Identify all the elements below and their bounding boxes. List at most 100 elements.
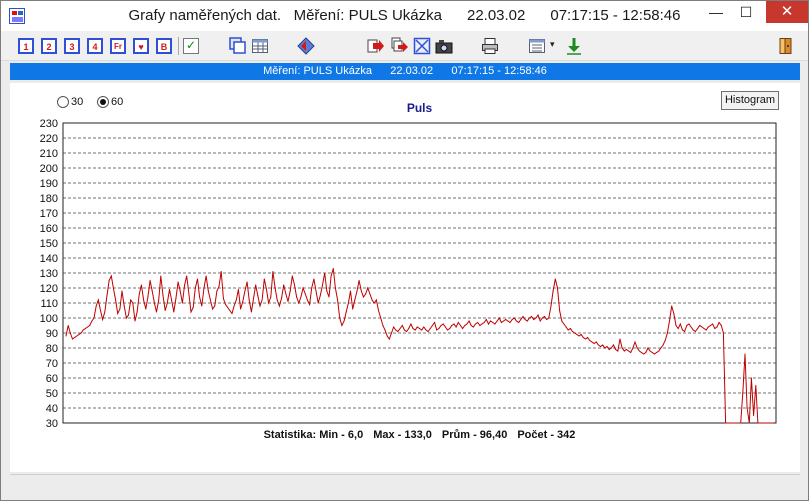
data-point xyxy=(710,325,711,326)
data-point xyxy=(266,289,267,290)
y-tick-label: 170 xyxy=(40,208,58,220)
data-point xyxy=(505,319,507,320)
data-point xyxy=(102,319,104,320)
data-point xyxy=(350,290,351,292)
data-point xyxy=(117,313,119,314)
data-point xyxy=(582,337,584,338)
data-point xyxy=(186,275,188,277)
data-point xyxy=(410,323,412,325)
data-point xyxy=(406,331,408,332)
statistics-line: Statistika: Min - 6,0 Max - 133,0 Prům - 9… xyxy=(63,429,776,441)
data-point xyxy=(735,422,737,424)
data-point xyxy=(80,332,82,334)
data-point xyxy=(190,311,192,313)
data-point xyxy=(306,299,308,301)
data-point xyxy=(382,325,384,326)
data-point xyxy=(220,271,222,272)
data-point xyxy=(419,328,420,329)
data-point xyxy=(272,271,274,272)
data-point xyxy=(511,319,513,320)
data-point xyxy=(671,305,673,307)
data-point xyxy=(237,289,239,290)
data-point xyxy=(140,284,142,286)
data-point xyxy=(470,325,472,326)
data-point xyxy=(235,299,237,301)
status-bar xyxy=(10,474,800,494)
data-point xyxy=(123,305,125,307)
data-point xyxy=(371,299,373,301)
data-point xyxy=(339,317,341,319)
data-point xyxy=(541,317,543,319)
data-point xyxy=(317,302,319,304)
data-point xyxy=(731,422,733,424)
data-point xyxy=(158,299,160,301)
y-tick-label: 40 xyxy=(46,403,58,415)
data-point xyxy=(343,320,345,322)
data-point xyxy=(742,392,744,394)
data-point xyxy=(87,326,89,328)
stat-max: Max - 133,0 xyxy=(373,429,432,441)
data-point xyxy=(483,322,485,323)
data-point xyxy=(216,290,218,292)
data-point xyxy=(490,320,492,322)
data-point xyxy=(498,317,500,319)
data-point xyxy=(179,290,181,292)
data-point xyxy=(595,341,597,343)
data-point xyxy=(125,317,127,319)
data-point xyxy=(203,287,205,289)
data-point xyxy=(209,299,211,301)
data-point xyxy=(694,331,696,332)
data-point xyxy=(414,329,416,331)
data-point xyxy=(763,422,765,424)
data-point xyxy=(76,335,78,337)
data-point xyxy=(207,290,209,292)
data-point xyxy=(628,350,630,352)
data-point xyxy=(503,320,505,322)
data-point xyxy=(572,331,573,332)
data-point xyxy=(673,313,675,314)
data-point xyxy=(255,284,257,286)
data-point xyxy=(699,325,701,326)
data-point xyxy=(246,281,248,283)
data-point xyxy=(546,319,548,320)
data-point xyxy=(615,349,617,350)
data-point xyxy=(395,329,397,331)
data-point xyxy=(248,299,250,301)
data-point xyxy=(169,289,170,290)
data-point xyxy=(567,329,569,331)
data-point xyxy=(578,335,580,337)
data-point xyxy=(716,326,718,328)
data-point xyxy=(645,352,647,353)
data-point xyxy=(740,422,742,424)
data-point xyxy=(684,331,686,332)
data-point xyxy=(332,268,334,269)
data-point xyxy=(757,422,759,424)
data-point xyxy=(388,338,390,340)
data-point xyxy=(67,325,69,326)
y-tick-label: 190 xyxy=(40,178,58,190)
data-point xyxy=(199,296,201,298)
data-point xyxy=(507,320,509,322)
data-point xyxy=(69,332,71,334)
data-point xyxy=(518,322,520,323)
data-point xyxy=(492,322,494,323)
data-point xyxy=(707,326,709,328)
y-tick-label: 110 xyxy=(40,298,58,310)
data-point xyxy=(360,290,362,292)
data-point xyxy=(138,293,140,295)
data-point xyxy=(112,287,114,289)
data-point xyxy=(149,280,151,281)
data-point xyxy=(755,385,757,386)
data-point xyxy=(354,299,356,301)
data-point xyxy=(82,329,84,331)
data-point xyxy=(324,272,326,274)
data-point xyxy=(738,422,739,424)
data-point xyxy=(496,320,498,322)
data-point xyxy=(253,298,254,299)
data-point xyxy=(412,328,414,329)
data-point xyxy=(136,311,138,313)
data-point xyxy=(375,299,377,301)
data-point xyxy=(561,320,563,322)
data-point xyxy=(95,305,97,307)
data-point xyxy=(750,377,752,379)
